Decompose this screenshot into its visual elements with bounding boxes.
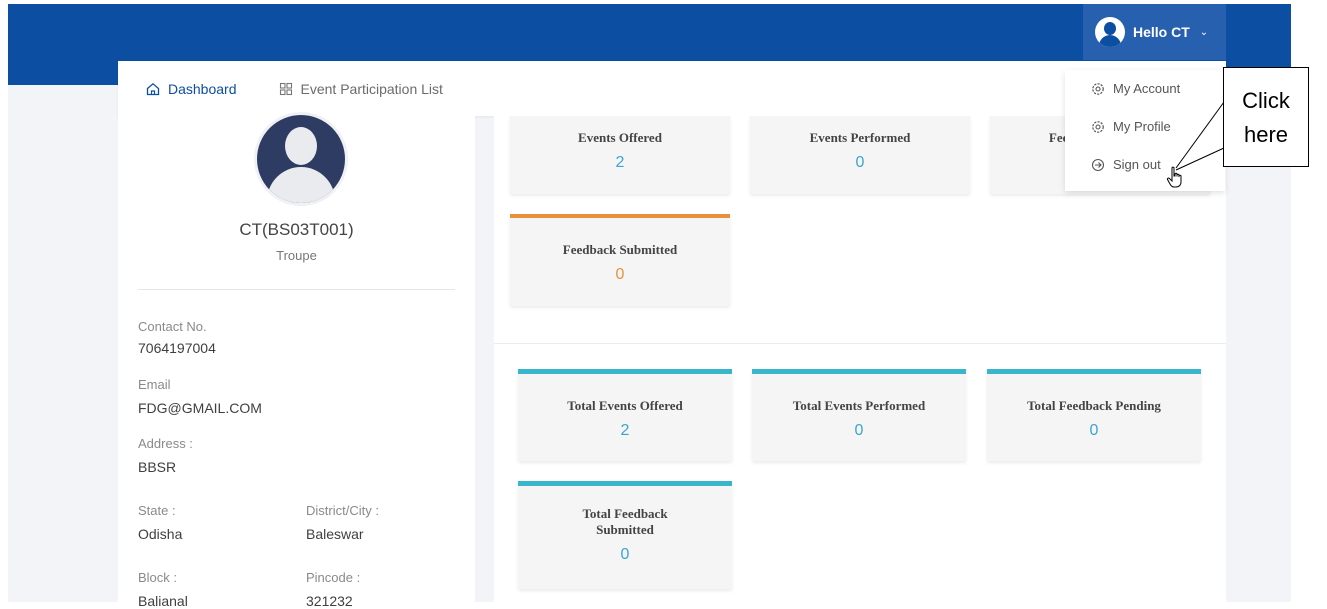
state-value: Odisha: [138, 526, 183, 542]
profile-avatar: [254, 112, 348, 206]
total-card-title: Total Events Offered: [567, 398, 683, 413]
profile-name: CT(BS03T001): [239, 220, 354, 239]
nav-dashboard[interactable]: Dashboard: [146, 81, 237, 97]
grid-icon: [279, 82, 292, 95]
click-here-callout: Click here: [1223, 67, 1309, 167]
stat-card-value: 0: [615, 266, 625, 283]
nav-bar: Dashboard Event Participation List: [118, 61, 1226, 116]
total-card-value: 0: [854, 422, 864, 439]
stat-card-title: Events Offered: [578, 130, 662, 145]
nav-dashboard-label: Dashboard: [168, 80, 237, 97]
hand-pointer-icon: [1166, 166, 1182, 188]
stat-card-value: 0: [855, 154, 865, 171]
total-card-value: 0: [620, 546, 630, 563]
sign-out-icon: [1091, 158, 1105, 171]
block-value: Balianal: [138, 593, 188, 609]
block-label: Block :: [138, 570, 178, 585]
total-card-title: Total Events Performed: [792, 398, 926, 413]
menu-item-my-profile[interactable]: My Profile: [1091, 119, 1171, 134]
pincode-label: Pincode :: [306, 570, 361, 585]
gear-icon: [1092, 120, 1104, 133]
address-value: BBSR: [138, 459, 177, 475]
district-value: Baleswar: [306, 526, 364, 542]
menu-item-label: Sign out: [1113, 157, 1161, 172]
home-icon: [146, 82, 160, 95]
stat-card-feedback-submitted: Feedback Submitted 0: [510, 214, 730, 306]
profile-role: Troupe: [276, 248, 317, 263]
menu-item-sign-out[interactable]: Sign out: [1091, 157, 1161, 172]
total-card-title: Total Feedback Submitted: [582, 506, 668, 537]
email-label: Email: [138, 377, 171, 392]
profile-divider: [138, 289, 455, 290]
stat-card-events-performed: Events Performed 0: [750, 116, 970, 194]
section-divider: [494, 343, 1226, 344]
total-card-feedback-submitted: Total Feedback Submitted 0: [518, 481, 732, 589]
total-card-feedback-pending: Total Feedback Pending 0: [987, 369, 1201, 461]
callout-line-2: here: [1243, 122, 1289, 147]
profile-panel: CT(BS03T001) Troupe Contact No. 70641970…: [118, 112, 475, 609]
total-card-value: 2: [620, 422, 630, 439]
chevron-down-icon: ⌄: [1199, 26, 1209, 38]
user-greeting: Hello CT: [1133, 24, 1190, 40]
stat-card-events-offered: Events Offered 2: [510, 116, 730, 194]
state-label: State :: [138, 503, 176, 518]
district-label: District/City :: [306, 503, 379, 518]
total-card-events-performed: Total Events Performed 0: [752, 369, 966, 461]
user-avatar-icon: [1095, 17, 1125, 47]
stat-card-title: Events Performed: [809, 130, 911, 145]
email-value: FDG@GMAIL.COM: [138, 400, 262, 416]
user-menu-button[interactable]: Hello CT ⌄: [1083, 4, 1226, 60]
nav-event-participation-list[interactable]: Event Participation List: [279, 81, 443, 97]
total-card-value: 0: [1089, 422, 1099, 439]
contact-label: Contact No.: [138, 319, 207, 334]
contact-value: 7064197004: [138, 340, 216, 356]
stat-card-title: Feedback Submitted: [562, 242, 678, 257]
address-label: Address :: [138, 436, 193, 451]
total-card-title: Total Feedback Pending: [1027, 398, 1161, 413]
callout-line-1: Click: [1242, 88, 1290, 113]
gear-icon: [1092, 82, 1104, 95]
total-card-events-offered: Total Events Offered 2: [518, 369, 732, 461]
nav-event-list-label: Event Participation List: [300, 80, 443, 97]
pincode-value: 321232: [306, 593, 353, 609]
stat-card-value: 2: [615, 154, 625, 171]
